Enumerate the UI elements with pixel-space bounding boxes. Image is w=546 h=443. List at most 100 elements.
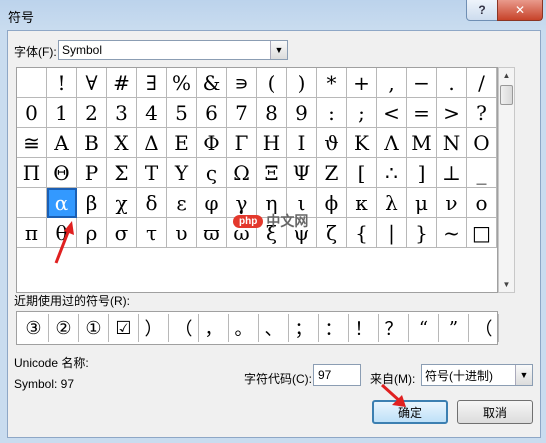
symbol-cell[interactable]: Β — [77, 128, 107, 158]
symbol-cell[interactable]: π — [17, 218, 47, 248]
symbol-cell[interactable]: ∴ — [377, 158, 407, 188]
symbol-cell[interactable]: Η — [257, 128, 287, 158]
symbol-cell[interactable]: 8 — [257, 98, 287, 128]
symbol-cell[interactable]: Υ — [167, 158, 197, 188]
symbol-cell[interactable]: Δ — [137, 128, 167, 158]
scrollbar-thumb[interactable] — [500, 85, 513, 105]
symbol-cell[interactable]: Ψ — [287, 158, 317, 188]
symbol-cell[interactable]: } — [407, 218, 437, 248]
symbol-cell[interactable]: [ — [347, 158, 377, 188]
symbol-cell[interactable]: Α — [47, 128, 77, 158]
symbol-cell[interactable] — [17, 68, 47, 98]
symbol-cell[interactable]: Ν — [437, 128, 467, 158]
symbol-cell[interactable]: ? — [467, 98, 497, 128]
font-select[interactable]: Symbol ▼ — [58, 40, 288, 60]
symbol-cell[interactable]: ν — [437, 188, 467, 218]
symbol-cell[interactable]: ) — [287, 68, 317, 98]
recent-symbol-cell[interactable]: ” — [439, 314, 469, 342]
scroll-down-icon[interactable]: ▼ — [499, 277, 514, 292]
symbol-cell[interactable]: ∀ — [77, 68, 107, 98]
symbol-cell[interactable]: ( — [257, 68, 287, 98]
symbol-cell[interactable]: Ρ — [77, 158, 107, 188]
symbol-cell[interactable]: # — [107, 68, 137, 98]
symbol-cell[interactable]: ! — [47, 68, 77, 98]
symbol-cell[interactable]: . — [437, 68, 467, 98]
help-button[interactable]: ? — [466, 0, 498, 21]
symbol-cell[interactable]: β — [77, 188, 107, 218]
close-button[interactable]: ✕ — [497, 0, 543, 21]
symbol-cell[interactable]: Ξ — [257, 158, 287, 188]
symbol-cell[interactable]: 2 — [77, 98, 107, 128]
recent-symbol-cell[interactable]: ② — [49, 314, 79, 342]
symbol-cell[interactable]: 7 — [227, 98, 257, 128]
symbol-cell[interactable]: ϕ — [317, 188, 347, 218]
symbol-cell[interactable]: ς — [197, 158, 227, 188]
symbol-grid[interactable]: ! ∀ # ∃% & ∍() * +, −./ 0 1 2 3 4 5 6 7 8 9:; < = >? ≅ Α Β Χ Δ Ε Φ Γ Η… — [16, 67, 498, 293]
symbol-cell[interactable]: Ω — [227, 158, 257, 188]
symbol-cell[interactable]: Π — [17, 158, 47, 188]
recent-symbol-cell[interactable]: ① — [79, 314, 109, 342]
recent-symbol-cell[interactable]: （ — [169, 314, 199, 342]
symbol-cell[interactable]: χ — [107, 188, 137, 218]
symbol-cell[interactable]: 1 — [47, 98, 77, 128]
recent-symbol-cell[interactable]: ） — [139, 314, 169, 342]
symbol-cell[interactable]: & — [197, 68, 227, 98]
symbol-cell[interactable]: { — [347, 218, 377, 248]
char-code-input[interactable]: 97 — [313, 364, 361, 386]
symbol-cell[interactable]: Χ — [107, 128, 137, 158]
recent-symbol-cell[interactable]: “ — [409, 314, 439, 342]
symbol-cell[interactable]: 9 — [287, 98, 317, 128]
symbol-cell[interactable]: ϑ — [317, 128, 347, 158]
symbol-cell[interactable]: ~ — [437, 218, 467, 248]
symbol-cell[interactable]: Θ — [47, 158, 77, 188]
symbol-cell[interactable]: Γ — [227, 128, 257, 158]
symbol-cell[interactable]: Λ — [377, 128, 407, 158]
title-bar[interactable]: 符号 ? ✕ — [0, 0, 546, 28]
recent-symbols[interactable]: ③ ② ① ☑）（，。、；：！？ “” （ — [16, 311, 499, 345]
symbol-cell[interactable]: λ — [377, 188, 407, 218]
symbol-cell[interactable]: Ο — [467, 128, 497, 158]
symbol-cell[interactable]: * — [317, 68, 347, 98]
symbol-cell[interactable]: ζ — [317, 218, 347, 248]
recent-symbol-cell[interactable]: ③ — [19, 314, 49, 342]
symbol-cell[interactable]: | — [377, 218, 407, 248]
recent-symbol-cell[interactable]: ？ — [379, 314, 409, 342]
symbol-cell[interactable]: α — [47, 188, 77, 218]
recent-symbol-cell[interactable]: ： — [319, 314, 349, 342]
symbol-cell[interactable]: Ε — [167, 128, 197, 158]
recent-symbol-cell[interactable]: 。 — [229, 314, 259, 342]
symbol-cell[interactable]: ≅ — [17, 128, 47, 158]
symbol-cell[interactable]: φ — [197, 188, 227, 218]
symbol-cell[interactable]: Ζ — [317, 158, 347, 188]
symbol-cell[interactable]: = — [407, 98, 437, 128]
symbol-cell[interactable]: 0 — [17, 98, 47, 128]
symbol-cell[interactable]: Φ — [197, 128, 227, 158]
symbol-cell[interactable]: μ — [407, 188, 437, 218]
symbol-cell[interactable]: , — [377, 68, 407, 98]
symbol-cell[interactable]: Σ — [107, 158, 137, 188]
symbol-cell[interactable]: ϖ — [197, 218, 227, 248]
symbol-cell[interactable]: Τ — [137, 158, 167, 188]
symbol-cell[interactable]: τ — [137, 218, 167, 248]
symbol-cell[interactable]: Ι — [287, 128, 317, 158]
symbol-cell[interactable]: κ — [347, 188, 377, 218]
symbol-cell[interactable]: Κ — [347, 128, 377, 158]
symbol-cell[interactable]: □ — [467, 218, 497, 248]
cancel-button[interactable]: 取消 — [457, 400, 533, 424]
symbol-cell[interactable]: ο — [467, 188, 497, 218]
symbol-cell[interactable]: < — [377, 98, 407, 128]
symbol-cell[interactable]: + — [347, 68, 377, 98]
symbol-cell[interactable]: υ — [167, 218, 197, 248]
symbol-cell[interactable]: − — [407, 68, 437, 98]
symbol-cell[interactable]: 4 — [137, 98, 167, 128]
from-select[interactable]: 符号(十进制) ▼ — [421, 364, 533, 386]
scroll-up-icon[interactable]: ▲ — [499, 68, 514, 83]
symbol-cell[interactable]: ∍ — [227, 68, 257, 98]
symbol-cell[interactable]: σ — [107, 218, 137, 248]
symbol-cell[interactable]: ; — [347, 98, 377, 128]
recent-symbol-cell[interactable]: ☑ — [109, 314, 139, 342]
symbol-cell[interactable]: ∃ — [137, 68, 167, 98]
symbol-cell[interactable]: ε — [167, 188, 197, 218]
symbol-cell[interactable]: ρ — [77, 218, 107, 248]
symbol-cell[interactable]: δ — [137, 188, 167, 218]
